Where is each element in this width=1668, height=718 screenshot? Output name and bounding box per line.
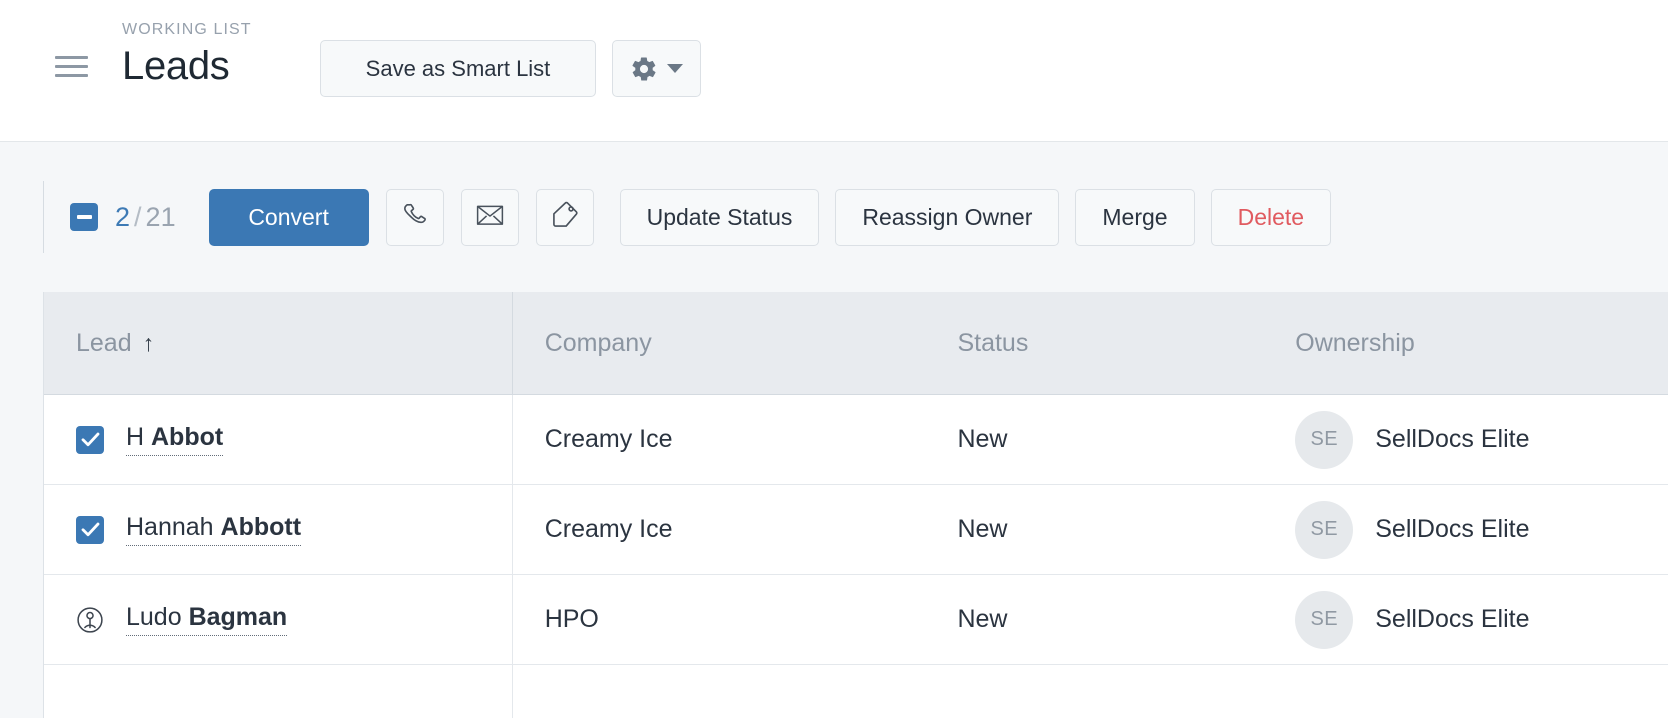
avatar: SE	[1295, 500, 1354, 559]
cell-company: Creamy Ice	[544, 425, 673, 453]
cell-lead: H Abbot	[44, 395, 513, 484]
hamburger-bar	[55, 56, 88, 59]
column-label: Ownership	[1295, 328, 1415, 357]
selection-count: 2/21	[115, 202, 176, 233]
cell-company: HPO	[544, 605, 599, 633]
envelope-icon	[476, 203, 504, 232]
cell-lead: Hannah Abbott	[44, 485, 513, 574]
cell-status: New	[957, 605, 1008, 633]
call-button[interactable]	[385, 188, 444, 246]
cell-company	[513, 665, 930, 718]
hamburger-bar	[55, 65, 88, 68]
page-title: Leads	[122, 44, 230, 88]
column-header-lead[interactable]: Lead ↑	[44, 292, 513, 394]
table-row[interactable]: Hannah Abbott Creamy Ice New SE SellDocs…	[44, 485, 1668, 575]
table-row[interactable]: Ludo Bagman HPO New SE SellDocs Elite	[44, 575, 1668, 665]
tag-button[interactable]	[535, 188, 594, 246]
lead-last-name: Bagman	[188, 603, 288, 631]
working-list-label: WORKING LIST	[122, 21, 252, 38]
cell-ownership: SE SellDocs Elite	[1267, 395, 1668, 484]
convert-button[interactable]: Convert	[208, 188, 369, 246]
lead-first-name: Ludo	[126, 603, 189, 631]
hamburger-icon[interactable]	[55, 56, 88, 77]
cell-status: New	[957, 425, 1008, 453]
owner-name: SellDocs Elite	[1375, 605, 1530, 633]
column-label: Status	[957, 328, 1029, 357]
chevron-down-icon	[667, 64, 683, 73]
column-header-ownership[interactable]: Ownership	[1267, 292, 1668, 394]
lead-first-name: H	[126, 423, 151, 451]
update-status-button[interactable]: Update Status	[619, 188, 820, 246]
list-settings-button[interactable]	[612, 40, 701, 97]
email-button[interactable]	[460, 188, 519, 246]
column-label: Company	[544, 328, 652, 357]
cell-ownership	[1267, 665, 1668, 718]
in-progress-icon[interactable]	[76, 606, 104, 634]
cell-lead: Ludo Bagman	[44, 575, 513, 664]
avatar: SE	[1295, 410, 1354, 469]
leads-table: Lead ↑ Company Status Ownership H Abbot …	[43, 292, 1668, 718]
lead-first-name: Hannah	[126, 513, 221, 541]
select-all-checkbox[interactable]	[70, 203, 98, 231]
avatar: SE	[1295, 590, 1354, 649]
bulk-action-toolbar: 2/21 Convert Update Status Reassign Owne…	[0, 142, 1668, 292]
sort-ascending-icon: ↑	[142, 329, 155, 356]
delete-button[interactable]: Delete	[1210, 188, 1332, 246]
total-count: 21	[145, 201, 176, 232]
owner-name: SellDocs Elite	[1375, 425, 1530, 453]
cell-ownership: SE SellDocs Elite	[1267, 575, 1668, 664]
tag-icon	[551, 201, 579, 234]
save-as-smart-list-button[interactable]: Save as Smart List	[320, 40, 596, 97]
column-label: Lead	[76, 328, 132, 357]
table-row[interactable]: H Abbot Creamy Ice New SE SellDocs Elite	[44, 395, 1668, 485]
list-body: 2/21 Convert Update Status Reassign Owne…	[0, 142, 1668, 718]
cell-status: New	[957, 515, 1008, 543]
cell-company: Creamy Ice	[544, 515, 673, 543]
column-header-company[interactable]: Company	[513, 292, 930, 394]
lead-last-name: Abbot	[151, 423, 224, 451]
lead-link[interactable]: H Abbot	[126, 423, 224, 456]
hamburger-bar	[55, 74, 88, 77]
cell-lead	[44, 665, 513, 718]
toolbar-divider	[43, 181, 44, 253]
table-header-row: Lead ↑ Company Status Ownership	[44, 292, 1668, 395]
cell-ownership: SE SellDocs Elite	[1267, 485, 1668, 574]
table-row[interactable]	[44, 665, 1668, 718]
selected-count: 2	[115, 201, 131, 232]
lead-link[interactable]: Ludo Bagman	[126, 603, 288, 636]
merge-button[interactable]: Merge	[1075, 188, 1195, 246]
count-separator: /	[134, 201, 142, 232]
lead-last-name: Abbott	[220, 513, 302, 541]
phone-icon	[401, 201, 429, 234]
row-checkbox[interactable]	[76, 515, 104, 544]
row-checkbox[interactable]	[76, 425, 104, 454]
lead-link[interactable]: Hannah Abbott	[126, 513, 302, 546]
app-header: WORKING LIST Leads Save as Smart List	[0, 0, 1668, 142]
column-header-status[interactable]: Status	[929, 292, 1267, 394]
gear-icon	[630, 55, 658, 83]
reassign-owner-button[interactable]: Reassign Owner	[835, 188, 1060, 246]
owner-name: SellDocs Elite	[1375, 515, 1530, 543]
page-title-block: WORKING LIST Leads	[122, 20, 252, 90]
cell-status	[929, 665, 1267, 718]
